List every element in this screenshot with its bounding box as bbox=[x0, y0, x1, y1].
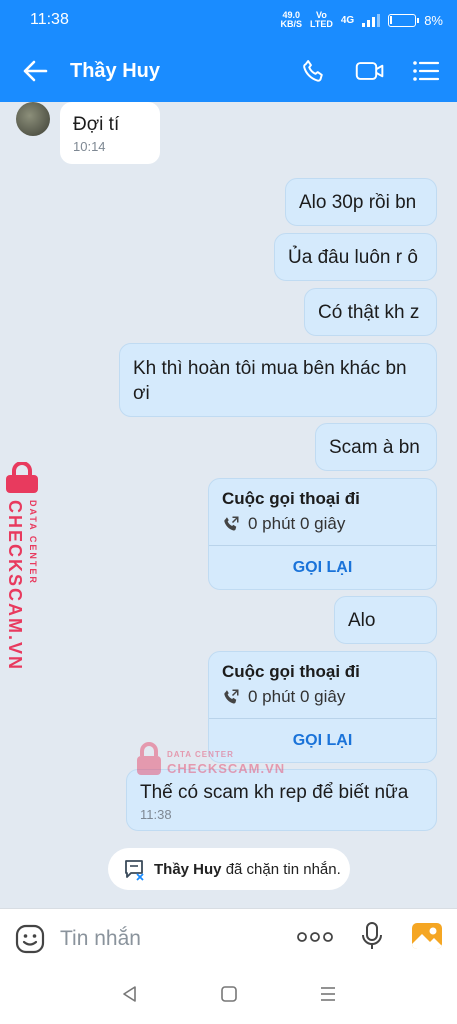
microphone-icon bbox=[362, 922, 382, 949]
call-title: Cuộc gọi thoại đi bbox=[222, 489, 360, 508]
more-button[interactable] bbox=[297, 930, 333, 948]
blocked-message-icon bbox=[125, 860, 144, 881]
call-duration-text: 0 phút 0 giây bbox=[248, 687, 346, 706]
emoji-button[interactable] bbox=[0, 909, 60, 969]
voice-record-button[interactable] bbox=[361, 921, 383, 956]
watermark-center: DATA CENTER CHECKSCAM.VN bbox=[135, 742, 295, 778]
signal-icon bbox=[362, 13, 381, 27]
message-bubble-outgoing[interactable]: Alo 30p rồi bn bbox=[285, 178, 437, 226]
call-duration: 0 phút 0 giây bbox=[222, 687, 345, 707]
message-text: Alo 30p rồi bn bbox=[299, 192, 417, 213]
message-bubble-outgoing[interactable]: Scam à bn bbox=[315, 423, 437, 471]
volte-indicator: Vo LTED bbox=[310, 11, 333, 29]
blocked-notice-name: Thầy Huy bbox=[154, 860, 222, 878]
lock-icon bbox=[6, 462, 38, 493]
watermark-side-brand: CHECKSCAM.VN bbox=[5, 500, 25, 672]
status-bar: 11:38 49.0 KB/S Vo LTED 4G 8% bbox=[0, 0, 457, 40]
watermark-side: CHECKSCAM.VN DATA CENTER bbox=[4, 462, 54, 671]
status-time: 11:38 bbox=[30, 11, 69, 28]
header-actions bbox=[299, 56, 457, 86]
video-call-button[interactable] bbox=[355, 56, 385, 86]
watermark-subtitle: DATA CENTER bbox=[167, 750, 234, 759]
square-home-icon bbox=[220, 985, 237, 1002]
call-duration-text: 0 phút 0 giây bbox=[248, 514, 346, 533]
nav-back-button[interactable] bbox=[121, 985, 139, 1008]
message-text: Có thật kh z bbox=[318, 302, 420, 323]
message-time: 11:38 bbox=[140, 807, 172, 822]
system-navigation-bar bbox=[0, 968, 457, 1024]
call-back-button[interactable]: GỌI LẠI bbox=[209, 546, 436, 589]
message-bubble-outgoing[interactable]: Alo bbox=[334, 596, 437, 644]
message-text: Thế có scam kh rep để biết nữa bbox=[140, 782, 409, 803]
arrow-left-icon bbox=[23, 60, 48, 82]
message-bubble-outgoing[interactable]: Ủa đâu luôn r ô bbox=[274, 233, 437, 281]
voice-call-button[interactable] bbox=[299, 56, 329, 86]
chat-header: Thầy Huy bbox=[0, 40, 457, 102]
message-text: Ủa đâu luôn r ô bbox=[288, 247, 418, 268]
message-bubble-outgoing[interactable]: Kh thì hoàn tôi mua bên khác bn ơi bbox=[119, 343, 437, 417]
emoji-icon bbox=[15, 924, 45, 953]
status-indicators: 49.0 KB/S Vo LTED 4G 8% bbox=[281, 11, 444, 29]
back-button[interactable] bbox=[0, 40, 70, 102]
message-text: Scam à bn bbox=[329, 437, 420, 458]
message-bubble-outgoing[interactable]: Có thật kh z bbox=[304, 288, 437, 336]
avatar[interactable] bbox=[16, 102, 50, 136]
blocked-notice: Thầy Huy đã chặn tin nhắn. bbox=[108, 848, 350, 890]
lock-icon bbox=[137, 742, 161, 775]
call-title: Cuộc gọi thoại đi bbox=[222, 662, 360, 681]
network-speed-unit: KB/S bbox=[280, 19, 303, 29]
outgoing-call-icon bbox=[224, 516, 239, 531]
image-picker-button[interactable] bbox=[411, 922, 443, 955]
message-bubble-outgoing[interactable]: Thế có scam kh rep để biết nữa 11:38 bbox=[126, 769, 437, 831]
network-speed: 49.0 KB/S bbox=[281, 11, 303, 29]
message-bubble-incoming[interactable]: Đợi tí 10:14 bbox=[60, 102, 160, 164]
battery-fill bbox=[390, 15, 393, 24]
message-input[interactable]: Tin nhắn bbox=[60, 927, 141, 951]
network-type: 4G bbox=[340, 14, 355, 26]
watermark-side-subtitle: DATA CENTER bbox=[28, 500, 38, 585]
message-list[interactable]: Đợi tí 10:14 Alo 30p rồi bn Ủa đâu luôn … bbox=[0, 102, 457, 908]
recents-menu-icon bbox=[320, 986, 335, 1001]
volte-bottom: LTED bbox=[310, 19, 333, 29]
watermark-brand: CHECKSCAM.VN bbox=[167, 761, 286, 776]
call-duration: 0 phút 0 giây bbox=[222, 514, 345, 534]
more-icon bbox=[297, 931, 333, 942]
options-button[interactable] bbox=[411, 56, 441, 86]
message-text: Đợi tí bbox=[73, 114, 120, 135]
composer-bar: Tin nhắn bbox=[0, 908, 457, 968]
video-call-icon bbox=[355, 62, 384, 80]
image-icon bbox=[412, 923, 442, 949]
blocked-notice-message: đã chặn tin nhắn. bbox=[225, 860, 341, 878]
battery-percent: 8% bbox=[424, 12, 443, 28]
call-log-card[interactable]: Cuộc gọi thoại đi 0 phút 0 giây GỌI LẠI bbox=[208, 478, 437, 590]
message-text: Kh thì hoàn tôi mua bên khác bn ơi bbox=[133, 358, 407, 404]
message-time: 10:14 bbox=[73, 139, 106, 154]
nav-recents-button[interactable] bbox=[319, 985, 337, 1008]
outgoing-call-icon bbox=[224, 689, 239, 704]
battery-icon bbox=[388, 13, 420, 27]
composer-actions bbox=[297, 921, 457, 956]
message-text: Alo bbox=[348, 610, 376, 631]
nav-home-button[interactable] bbox=[220, 985, 238, 1008]
contact-name[interactable]: Thầy Huy bbox=[70, 60, 160, 83]
triangle-back-icon bbox=[122, 985, 136, 1002]
menu-icon bbox=[413, 61, 440, 81]
blocked-notice-text: Thầy Huy đã chặn tin nhắn. bbox=[154, 861, 341, 878]
phone-icon bbox=[303, 60, 323, 82]
